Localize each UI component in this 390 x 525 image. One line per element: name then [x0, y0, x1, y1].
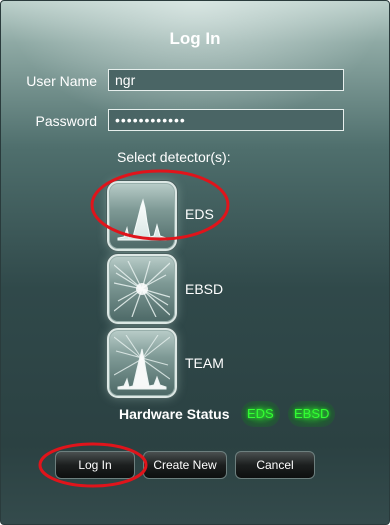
select-detectors-label: Select detector(s):	[117, 149, 231, 165]
dialog-title: Log In	[169, 29, 221, 48]
ebsd-pattern-icon	[114, 261, 170, 317]
eds-spectrum-icon	[117, 198, 167, 241]
log-in-button[interactable]: Log In	[55, 451, 135, 479]
detector-eds-button[interactable]	[107, 181, 177, 251]
login-dialog: Log In User Name Password Select detecto…	[0, 0, 390, 525]
username-input[interactable]	[108, 69, 344, 91]
username-label: User Name	[26, 73, 97, 89]
hardware-status-ebsd-indicator: EBSD	[288, 401, 336, 427]
detector-team-label: TEAM	[185, 355, 224, 371]
detector-ebsd-label: EBSD	[185, 281, 224, 297]
hardware-status-label: Hardware Status	[119, 406, 230, 422]
create-new-button[interactable]: Create New	[143, 451, 227, 479]
hardware-status-eds-indicator: EDS	[241, 401, 280, 427]
detector-ebsd-button[interactable]	[107, 254, 177, 324]
detector-team-button[interactable]	[107, 328, 177, 398]
password-label: Password	[35, 113, 97, 129]
cancel-button[interactable]: Cancel	[235, 451, 315, 479]
team-combined-icon	[114, 335, 170, 390]
password-input[interactable]	[108, 109, 344, 131]
detector-eds-label: EDS	[185, 206, 214, 222]
